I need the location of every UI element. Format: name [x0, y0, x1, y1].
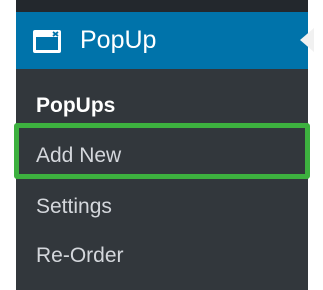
- popup-menu-header[interactable]: PopUp: [16, 12, 314, 69]
- popup-window-icon: [32, 29, 62, 54]
- popup-submenu: PopUps Add New Settings Re-Order: [16, 69, 308, 290]
- submenu-item-popups[interactable]: PopUps: [36, 92, 115, 120]
- current-menu-pointer: [300, 28, 314, 52]
- submenu-item-settings[interactable]: Settings: [36, 193, 112, 221]
- submenu-item-re-order[interactable]: Re-Order: [36, 242, 124, 270]
- add-new-highlight-box: [14, 123, 310, 179]
- popup-menu-title: PopUp: [80, 26, 157, 54]
